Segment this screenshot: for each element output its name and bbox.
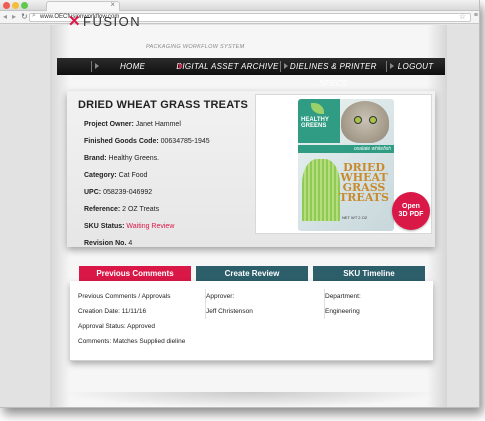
panel-line: Creation Date: 11/11/16 bbox=[78, 308, 147, 315]
main-nav: HOME DIGITAL ASSET ARCHIVE DIELINES & PR… bbox=[57, 58, 445, 88]
attr-label: Category: bbox=[84, 172, 117, 179]
nav-arrow-icon bbox=[178, 63, 183, 69]
panel-line: Approver: bbox=[206, 293, 235, 300]
attr-value: Cat Food bbox=[118, 172, 148, 179]
search-icon: ⌕ bbox=[32, 12, 36, 19]
panel-line: Approval Status: Approved bbox=[78, 323, 155, 330]
tab-previous-comments[interactable]: Previous Comments bbox=[79, 266, 191, 281]
nav-divider bbox=[386, 61, 388, 72]
open-pdf-label-line1: Open bbox=[402, 203, 420, 210]
department-column: Department: Engineering bbox=[324, 289, 429, 319]
nav-item-home[interactable]: HOME bbox=[90, 58, 175, 75]
approver-column: Approver: Jeff Christenson bbox=[205, 289, 315, 319]
fusion-logo-mark-icon: ✕ bbox=[68, 13, 81, 30]
nav-divider bbox=[280, 61, 282, 72]
package-name-line: TREATS bbox=[339, 191, 389, 204]
nav-item-label: HOME bbox=[119, 62, 146, 71]
attr-label: SKU Status: bbox=[84, 223, 125, 230]
maximize-window-icon[interactable] bbox=[21, 2, 28, 9]
minimize-window-icon[interactable] bbox=[12, 2, 19, 9]
panel-line: Previous Comments / Approvals bbox=[78, 293, 171, 300]
attr-finished-goods-code: Finished Goods Code: 00634785-1945 bbox=[84, 133, 254, 150]
panel-line: Engineering bbox=[325, 308, 360, 315]
product-image: HEALTHY GREENS oxalate whitefish DRIED W… bbox=[255, 94, 432, 234]
browser-tab[interactable]: × bbox=[46, 0, 120, 11]
tab-sku-timeline[interactable]: SKU Timeline bbox=[313, 266, 425, 281]
nav-arrow-icon bbox=[284, 63, 289, 69]
attr-category: Category: Cat Food bbox=[84, 167, 254, 184]
nav-item-dielines-printer-specs[interactable]: DIELINES & PRINTER SPECS bbox=[280, 58, 386, 88]
nav-arrow-icon bbox=[390, 63, 395, 69]
package-weight: NET WT 2 OZ bbox=[342, 215, 368, 220]
nav-divider bbox=[90, 61, 92, 72]
leaf-icon bbox=[311, 103, 324, 114]
bookmark-star-icon[interactable]: ☆ bbox=[459, 12, 466, 21]
attr-label: Brand: bbox=[84, 155, 107, 162]
attr-reference: Reference: 2 OZ Treats bbox=[84, 201, 254, 218]
page-shadow bbox=[60, 392, 440, 407]
tab-close-icon[interactable]: × bbox=[110, 0, 115, 9]
panel-line: Department: bbox=[325, 293, 361, 300]
package-product-name: DRIED WHEAT GRASS TREATS bbox=[336, 162, 392, 204]
menu-icon[interactable]: ≡ bbox=[474, 12, 478, 19]
nav-item-digital-asset-archive[interactable]: DIGITAL ASSET ARCHIVE bbox=[175, 58, 281, 75]
back-icon[interactable]: ◂ bbox=[3, 12, 7, 22]
attr-label: Revision No. bbox=[84, 240, 127, 247]
package-brand-text: HEALTHY GREENS bbox=[301, 117, 329, 129]
forward-icon[interactable]: ▸ bbox=[12, 12, 16, 22]
logo-text: FUSION bbox=[83, 14, 142, 29]
attribute-list: Project Owner: Janet Hammel Finished Goo… bbox=[84, 116, 254, 252]
logo-tagline: PACKAGING WORKFLOW SYSTEM bbox=[146, 44, 245, 50]
panel-line: Comments: Matches Supplied dieline bbox=[78, 338, 186, 345]
cat-eye-icon bbox=[369, 116, 377, 124]
attr-revision: Revision No. 4 bbox=[84, 235, 254, 252]
attr-label: UPC: bbox=[84, 189, 102, 196]
attr-label: Finished Goods Code: bbox=[84, 138, 159, 145]
attr-value: 2 OZ Treats bbox=[122, 206, 160, 213]
attr-label: Project Owner: bbox=[84, 121, 134, 128]
cat-photo bbox=[341, 101, 389, 143]
sku-status-value: Waiting Review bbox=[126, 223, 175, 230]
previous-comments-column: Previous Comments / Approvals Creation D… bbox=[78, 289, 196, 349]
attr-brand: Brand: Healthy Greens. bbox=[84, 150, 254, 167]
package-render: HEALTHY GREENS oxalate whitefish DRIED W… bbox=[298, 99, 394, 231]
product-card: DRIED WHEAT GRASS TREATS Project Owner: … bbox=[67, 91, 435, 247]
cat-eye-icon bbox=[354, 116, 362, 124]
browser-window: × ◂ ▸ ↻ ⌕ www.OECfusionworkflow.com ☆ ≡ … bbox=[0, 0, 480, 408]
attr-upc: UPC: 058239-046992 bbox=[84, 184, 254, 201]
title-bar: × bbox=[0, 0, 479, 11]
package-brand-band: HEALTHY GREENS bbox=[298, 99, 340, 143]
package-brand-line: GREENS bbox=[301, 123, 327, 129]
wheat-grass-illustration bbox=[302, 159, 340, 221]
tab-panel: Previous Comments / Approvals Creation D… bbox=[70, 281, 433, 361]
package-tagline: oxalate whitefish bbox=[354, 146, 391, 152]
attr-value: Healthy Greens. bbox=[108, 155, 160, 162]
nav-item-label: DIGITAL ASSET ARCHIVE bbox=[176, 62, 279, 71]
attr-label: Reference: bbox=[84, 206, 121, 213]
nav-arrow-icon bbox=[94, 63, 99, 69]
attr-value: Janet Hammel bbox=[135, 121, 181, 128]
attr-project-owner: Project Owner: Janet Hammel bbox=[84, 116, 254, 133]
open-pdf-label-line2: 3D PDF bbox=[398, 211, 424, 218]
attr-value: 00634785-1945 bbox=[160, 138, 210, 145]
close-window-icon[interactable] bbox=[3, 2, 10, 9]
tab-create-review[interactable]: Create Review bbox=[196, 266, 308, 281]
reload-icon[interactable]: ↻ bbox=[21, 12, 28, 22]
attr-value: 4 bbox=[128, 240, 133, 247]
attr-value: 058239-046992 bbox=[103, 189, 153, 196]
panel-line: Jeff Christenson bbox=[206, 308, 253, 315]
open-3d-pdf-button[interactable]: Open 3D PDF bbox=[392, 192, 430, 230]
nav-item-logout[interactable]: LOGOUT bbox=[386, 58, 445, 75]
nav-item-label: LOGOUT bbox=[397, 62, 434, 71]
product-title: DRIED WHEAT GRASS TREATS bbox=[78, 99, 249, 111]
attr-sku-status: SKU Status: Waiting Review bbox=[84, 218, 254, 235]
